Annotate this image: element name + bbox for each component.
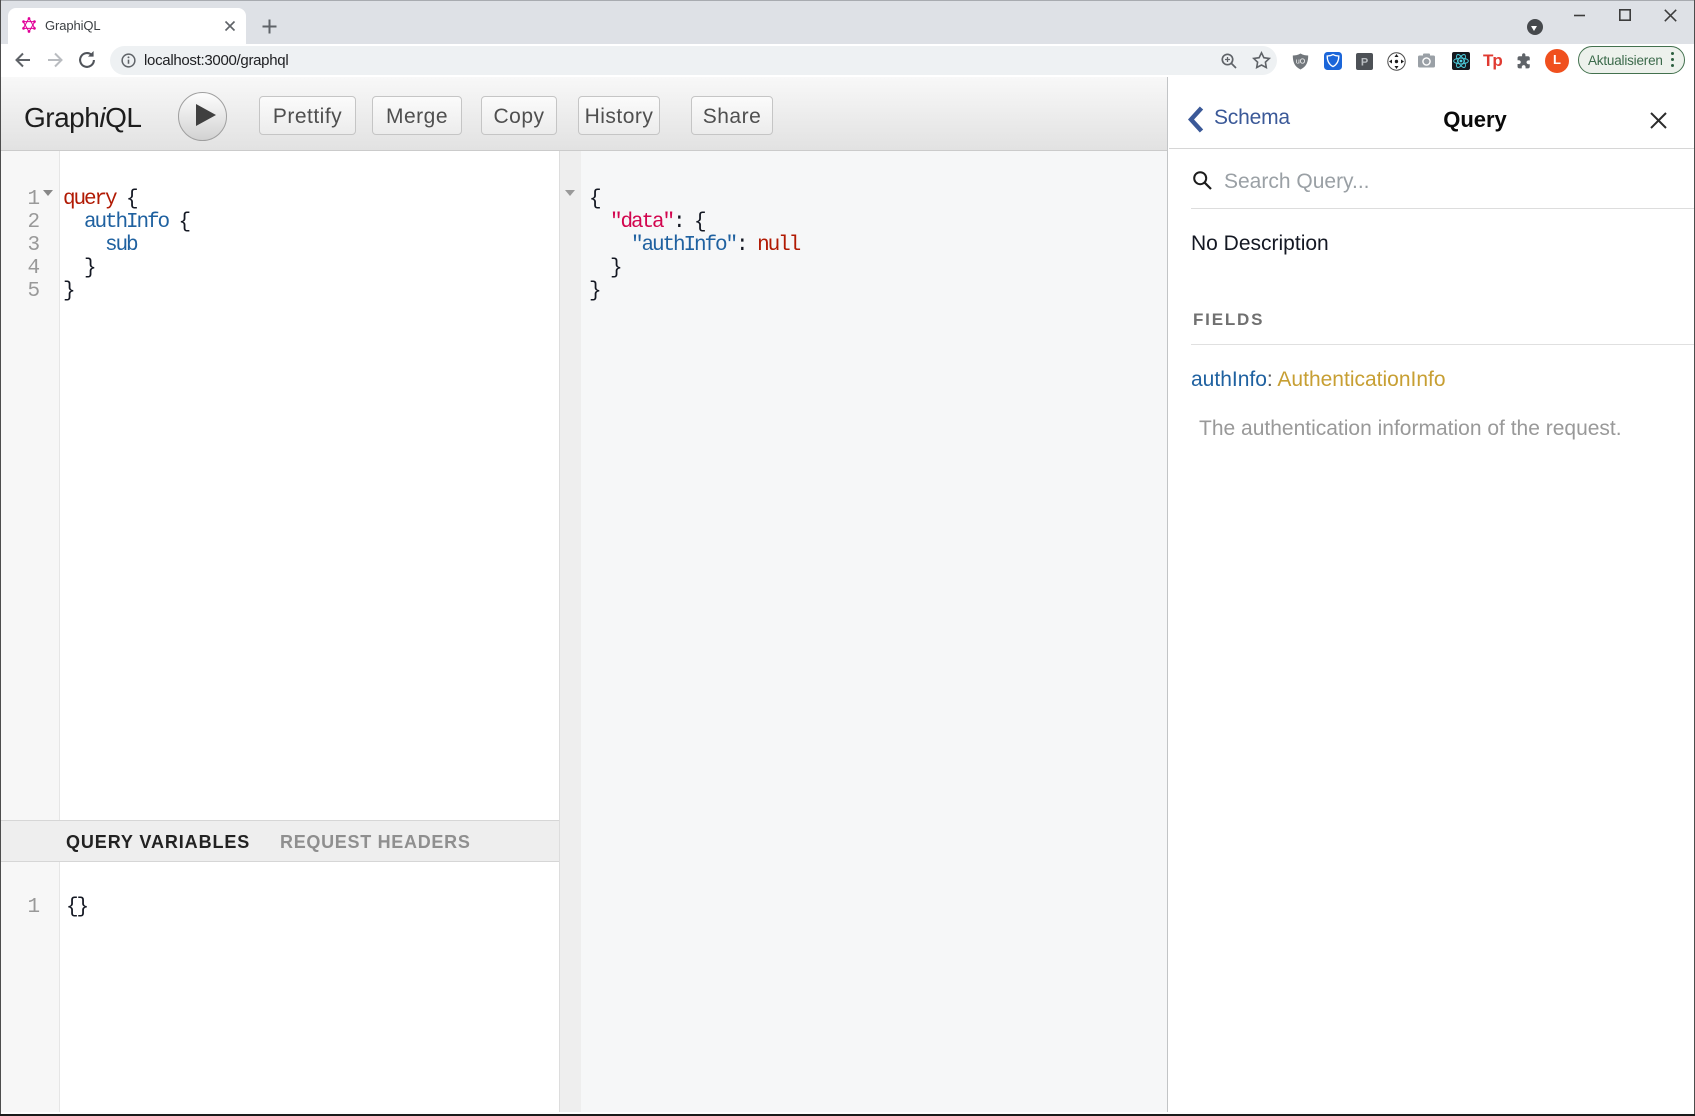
svg-text:P: P: [1361, 57, 1368, 69]
svg-text:uO: uO: [1296, 59, 1306, 66]
